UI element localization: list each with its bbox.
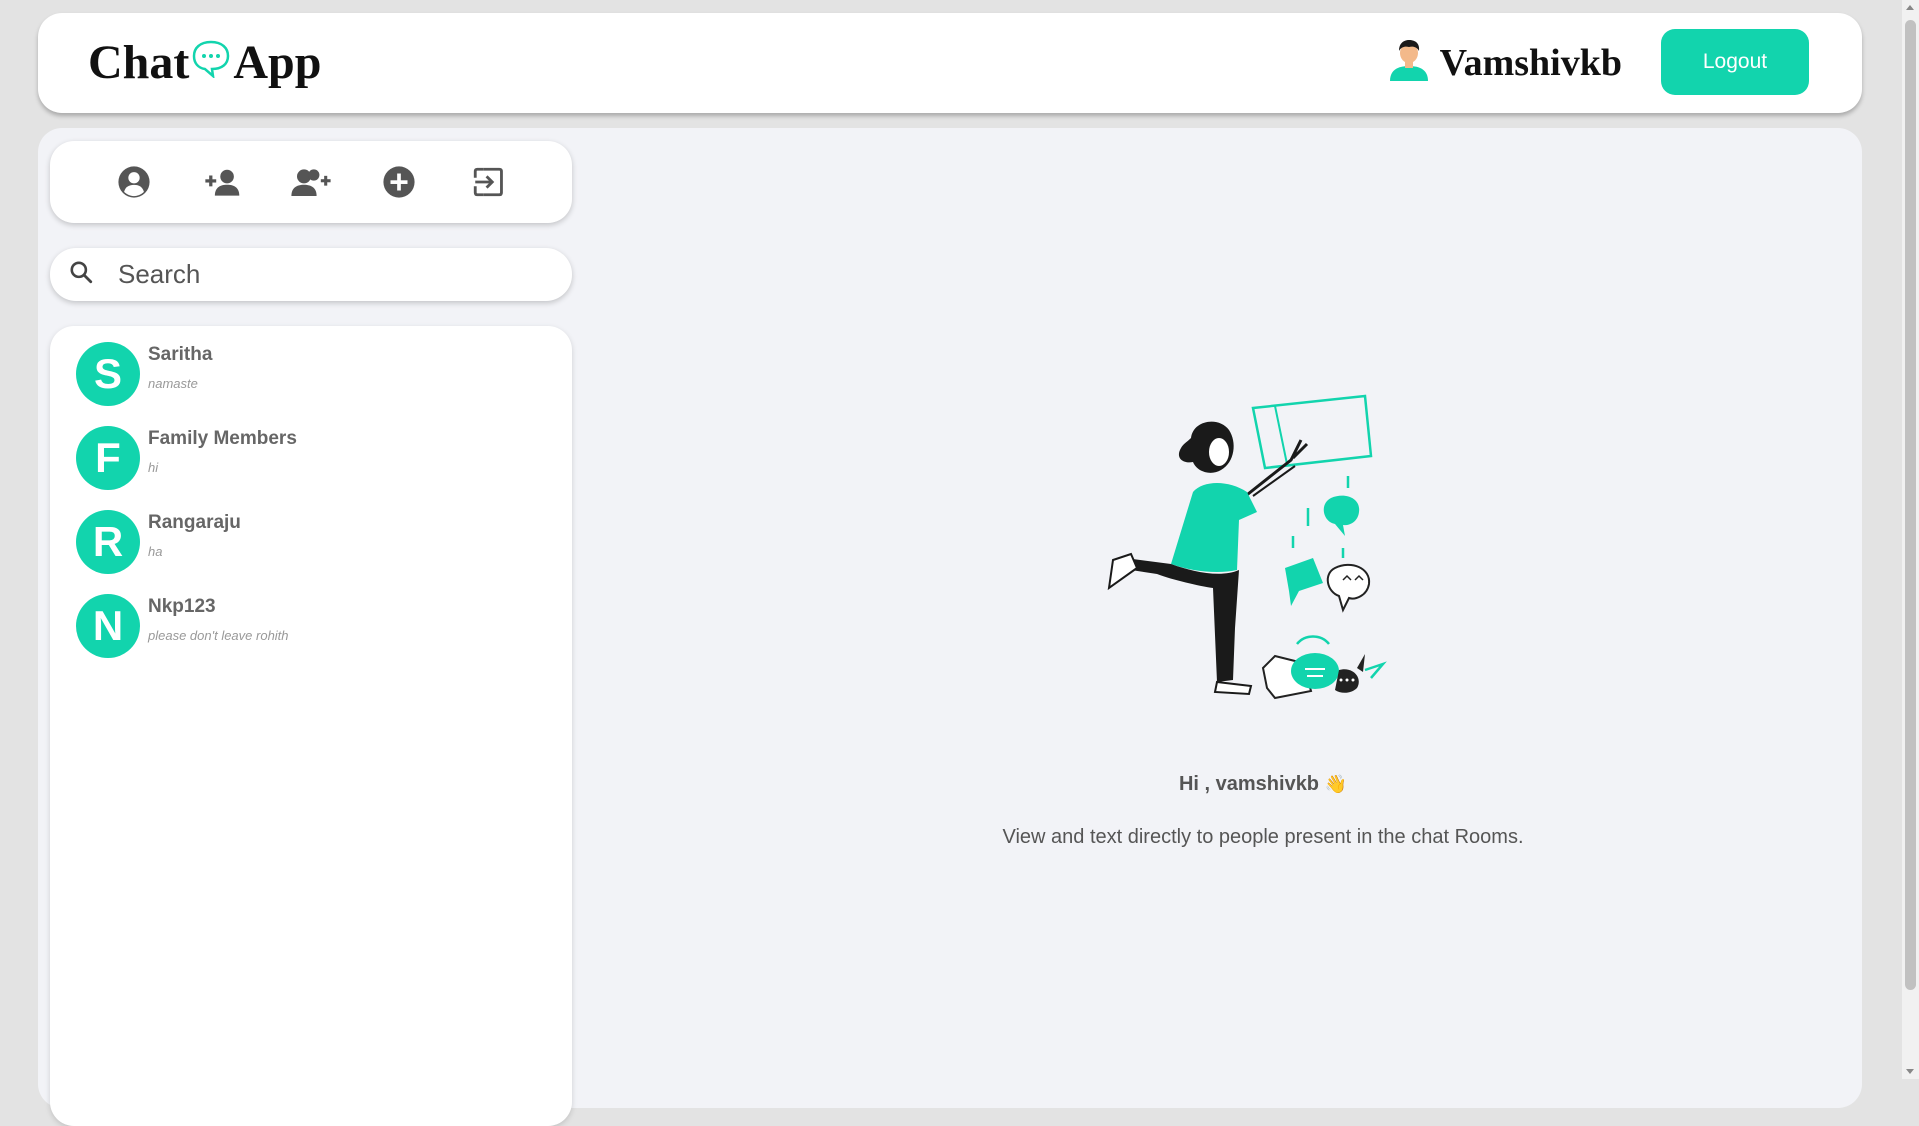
chat-last-message: ha: [148, 544, 163, 559]
search-icon: [68, 259, 94, 290]
chat-item-saritha[interactable]: S Saritha namaste: [50, 342, 572, 426]
chat-name: Family Members: [148, 428, 297, 449]
chat-item-rangaraju[interactable]: R Rangaraju ha: [50, 510, 572, 594]
chat-list: S Saritha namaste F Family Members hi R …: [50, 326, 572, 1126]
username-label: Vamshivkb: [1439, 41, 1622, 84]
scrollbar-thumb[interactable]: [1905, 20, 1916, 990]
greeting-line: Hi , vamshivkb 👋: [578, 773, 1919, 796]
add-group-icon[interactable]: [289, 160, 333, 204]
top-navbar: Chat App Vamshivkb Logout: [38, 13, 1862, 113]
current-user: Vamshivkb: [1386, 37, 1622, 88]
action-toolbar: [50, 141, 572, 223]
chat-last-message: hi: [148, 460, 159, 475]
avatar: F: [76, 426, 140, 490]
chat-last-message: please don't leave rohith: [148, 628, 289, 643]
chat-name: Rangaraju: [148, 512, 241, 533]
search-input[interactable]: [116, 258, 520, 291]
scroll-down-arrow-icon[interactable]: [1906, 1069, 1914, 1074]
main-panel: S Saritha namaste F Family Members hi R …: [38, 128, 1862, 1126]
logo-text-app: App: [233, 36, 322, 89]
chat-name: Saritha: [148, 344, 213, 365]
welcome-description: View and text directly to people present…: [1002, 826, 1524, 848]
chat-last-message: namaste: [148, 376, 198, 391]
profile-icon[interactable]: [112, 160, 156, 204]
chat-item-family-members[interactable]: F Family Members hi: [50, 426, 572, 510]
search-bar: [50, 248, 572, 301]
exit-icon[interactable]: [466, 160, 510, 204]
user-avatar-icon: [1386, 37, 1432, 88]
avatar: S: [76, 342, 140, 406]
logout-button[interactable]: Logout: [1661, 29, 1809, 95]
logo-text-chat: Chat: [88, 36, 190, 89]
avatar: R: [76, 510, 140, 574]
create-room-icon[interactable]: [377, 160, 421, 204]
app-logo: Chat App: [88, 35, 321, 90]
page-scrollbar[interactable]: [1902, 0, 1919, 1079]
greeting-text: Hi , vamshivkb: [1178, 773, 1320, 795]
scroll-up-arrow-icon[interactable]: [1906, 5, 1914, 10]
avatar: N: [76, 594, 140, 658]
chat-bubble-icon: [191, 35, 231, 90]
welcome-illustration: [578, 388, 1919, 763]
chat-name: Nkp123: [148, 596, 216, 617]
waving-hand-icon: 👋: [1324, 774, 1348, 794]
welcome-section: Hi , vamshivkb 👋 View and text directly …: [578, 388, 1919, 849]
add-user-icon[interactable]: [201, 160, 245, 204]
chat-item-nkp123[interactable]: N Nkp123 please don't leave rohith: [50, 594, 572, 678]
